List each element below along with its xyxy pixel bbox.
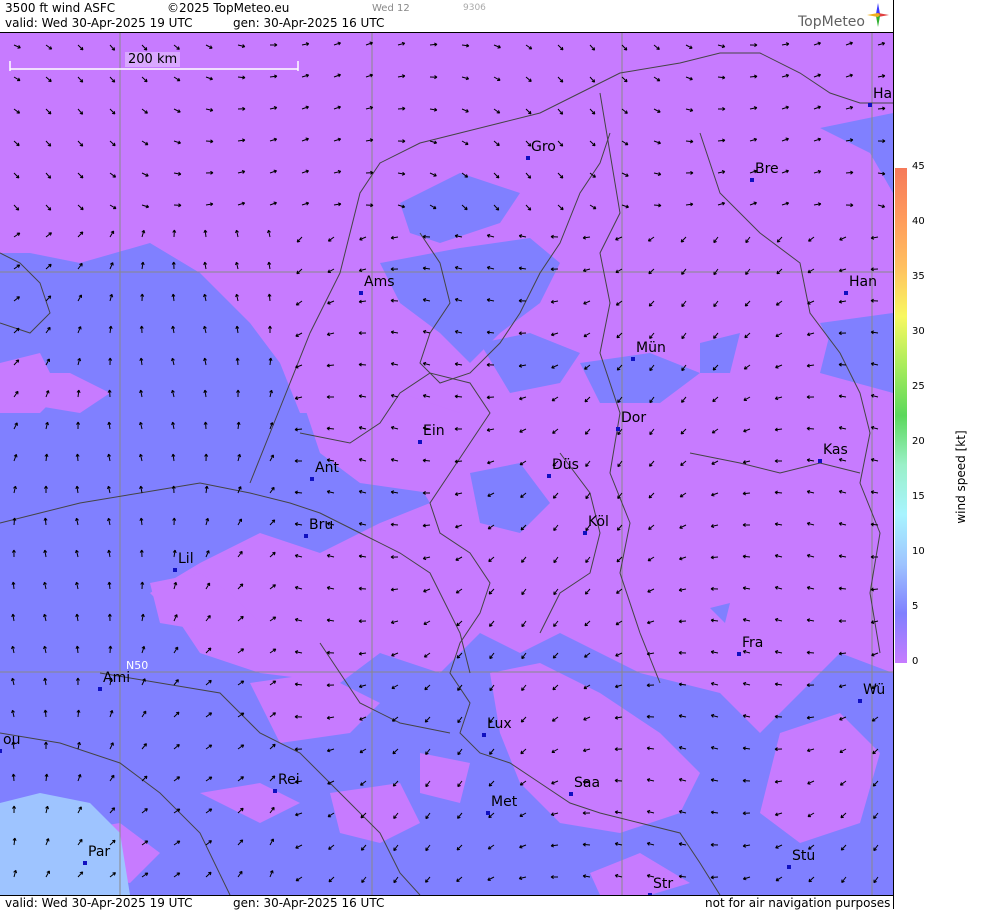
city-dot-icon [526, 156, 530, 160]
city-name: Ha [873, 86, 893, 102]
colorbar-tick-label: 25 [912, 381, 925, 392]
city-name: Stu [792, 848, 816, 864]
city-dot-icon [631, 357, 635, 361]
city-dot-icon [310, 477, 314, 481]
copyright-text: ©2025 TopMeteo.eu [167, 1, 290, 15]
city-dot-icon [868, 103, 872, 107]
colorbar-tick-label: 45 [912, 161, 925, 172]
city-dot-icon [486, 811, 490, 815]
wind-speed-colorbar [895, 168, 907, 663]
city-name: ou [3, 732, 21, 748]
product-title: 3500 ft wind ASFC [5, 1, 116, 15]
colorbar-tick-label: 30 [912, 326, 925, 337]
topmeteo-logo: TopMeteo [798, 14, 865, 30]
city-dot-icon [83, 861, 87, 865]
city-dot-icon [737, 652, 741, 656]
city-name: Str [653, 876, 674, 892]
city-name: Saa [574, 775, 601, 791]
city-name: Par [88, 844, 111, 860]
city-name: Ant [315, 460, 339, 476]
footer-generated-time: gen: 30-Apr-2025 16 UTC [233, 896, 385, 910]
city-dot-icon [616, 427, 620, 431]
city-dot-icon [304, 534, 308, 538]
map-footer: valid: Wed 30-Apr-2025 19 UTC gen: 30-Ap… [0, 895, 893, 910]
city-name: Wü [863, 682, 886, 698]
city-dot-icon [359, 291, 363, 295]
city-dot-icon [482, 733, 486, 737]
city-dot-icon [273, 789, 277, 793]
city-name: Ein [423, 423, 445, 439]
city-name: Düs [552, 457, 579, 473]
city-name: Fra [742, 635, 764, 651]
disclaimer-text: not for air navigation purposes [705, 896, 891, 910]
run-code: Wed 12 [372, 3, 410, 14]
scale-label: 200 km [125, 52, 181, 67]
compass-logo-icon [867, 3, 889, 27]
generated-time: gen: 30-Apr-2025 16 UTC [233, 16, 385, 30]
city-name: Mün [636, 340, 666, 356]
city-name: Ami [103, 670, 131, 686]
wind-map[interactable]: 200 km N50 Gro Bre Ha Ams Han Mün Ein Dor Ant Düs… [0, 33, 893, 895]
id-code: 9306 [463, 3, 486, 13]
valid-time: valid: Wed 30-Apr-2025 19 UTC [5, 16, 193, 30]
colorbar-tick-label: 20 [912, 436, 925, 447]
legend-title-wrap: wind speed [kt] [951, 430, 971, 525]
city-name: Kas [823, 442, 848, 458]
city-name: Köl [588, 514, 609, 530]
colorbar-tick-label: 10 [912, 546, 925, 557]
city-dot-icon [844, 291, 848, 295]
city-dot-icon [858, 699, 862, 703]
colorbar-tick-label: 15 [912, 491, 925, 502]
city-name: Rei [278, 772, 300, 788]
city-name: Lux [487, 716, 512, 732]
city-dot-icon [418, 440, 422, 444]
city-name: Bru [309, 517, 334, 533]
city-name: Lil [178, 551, 194, 567]
colorbar-tick-label: 5 [912, 601, 919, 612]
city-dot-icon [583, 531, 587, 535]
city-name: Gro [531, 139, 556, 155]
city-dot-icon [569, 792, 573, 796]
city-dot-icon [787, 865, 791, 869]
city-dot-icon [818, 459, 822, 463]
city-name: Dor [621, 410, 647, 426]
footer-valid-time: valid: Wed 30-Apr-2025 19 UTC [5, 896, 193, 910]
city-dot-icon [173, 568, 177, 572]
legend-panel: 0 5 10 15 20 25 30 35 40 45 wind speed [kt] [893, 0, 983, 909]
colorbar-tick-label: 0 [912, 656, 919, 667]
colorbar-tick-label: 40 [912, 216, 925, 227]
city-name: Met [491, 794, 518, 810]
city-dot-icon [98, 687, 102, 691]
city-dot-icon [547, 474, 551, 478]
city-name: Ams [364, 274, 395, 290]
city-name: Han [849, 274, 877, 290]
legend-title: wind speed [kt] [954, 430, 968, 524]
city-name: Bre [755, 161, 779, 177]
city-dot-icon [0, 749, 2, 753]
city-dot-icon [750, 178, 754, 182]
colorbar-tick-label: 35 [912, 271, 925, 282]
map-header: 3500 ft wind ASFC ©2025 TopMeteo.eu Wed … [0, 0, 893, 33]
